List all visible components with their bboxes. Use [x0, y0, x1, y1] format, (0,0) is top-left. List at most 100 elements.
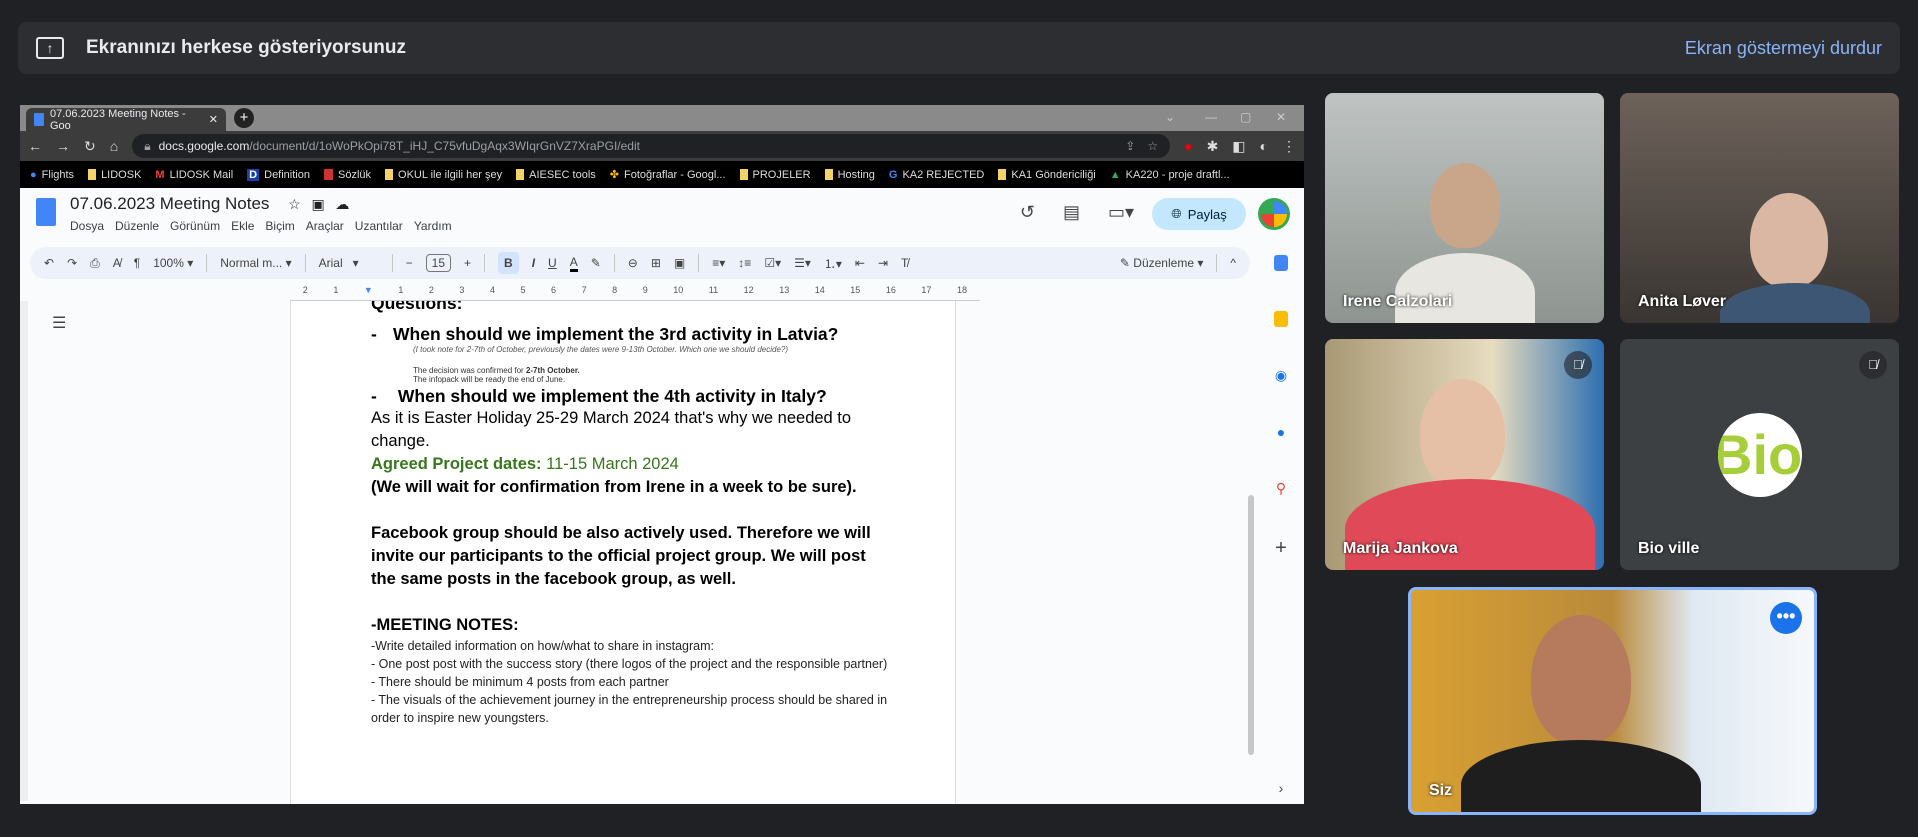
tasks-icon[interactable]: ◉ — [1275, 367, 1287, 384]
side-panel-icon[interactable]: ◧ — [1232, 138, 1245, 155]
browser-tab[interactable]: 07.06.2023 Meeting Notes - Goo ✕ — [26, 108, 226, 132]
undo-icon[interactable]: ↶ — [44, 256, 54, 270]
increase-indent-icon[interactable]: ⇥ — [878, 256, 888, 270]
bullet-list-icon[interactable]: ☰▾ — [794, 256, 811, 270]
version-history-icon[interactable]: ↺ — [1020, 202, 1035, 223]
decrease-font-icon[interactable]: − — [406, 256, 413, 270]
account-avatar[interactable] — [1258, 198, 1290, 230]
star-icon[interactable]: ☆ — [288, 196, 301, 212]
close-tab-icon[interactable]: ✕ — [209, 113, 218, 126]
decrease-indent-icon[interactable]: ⇤ — [855, 256, 865, 270]
document-scrollbar[interactable] — [1248, 495, 1254, 755]
link-icon[interactable]: ⊖ — [628, 256, 638, 270]
forward-icon[interactable]: → — [56, 138, 70, 154]
ruler[interactable]: 2 1 ▼ 1 2 3 4 5 6 7 8 9 10 11 12 13 14 15 16 17 18 — [290, 285, 980, 301]
increase-font-icon[interactable]: + — [464, 256, 471, 270]
question-italy: - When should we implement the 4th activ… — [371, 386, 827, 406]
comments-icon[interactable]: ▤ — [1063, 202, 1080, 223]
more-options-button[interactable]: ••• — [1770, 602, 1802, 634]
highlight-icon[interactable]: ✎ — [591, 256, 601, 270]
bookmark[interactable]: ● Flights — [30, 169, 74, 181]
bookmark[interactable]: PROJELER — [739, 169, 811, 181]
redo-icon[interactable]: ↷ — [67, 256, 77, 270]
bookmark[interactable]: Sözlük — [323, 169, 371, 181]
paint-format-icon[interactable]: ¶ — [134, 256, 140, 270]
font-size-input[interactable]: 15 — [425, 254, 452, 272]
bookmark[interactable]: Hosting — [824, 169, 875, 181]
bookmark[interactable]: LIDOSK — [88, 169, 141, 181]
bookmark[interactable]: M LIDOSK Mail — [155, 169, 233, 181]
close-window-icon[interactable]: ✕ — [1276, 110, 1286, 124]
maximize-icon[interactable]: ▢ — [1240, 110, 1251, 124]
contacts-icon[interactable]: ● — [1277, 424, 1285, 440]
checklist-icon[interactable]: ☑▾ — [764, 256, 781, 270]
font-select[interactable]: Arial ▾ — [319, 256, 379, 270]
style-select[interactable]: Normal m... ▾ — [220, 256, 291, 270]
move-folder-icon[interactable]: ▣ — [311, 196, 324, 212]
participant-tile-marija[interactable]: 🎙̸ Marija Jankova — [1325, 339, 1604, 570]
image-icon[interactable]: ▣ — [674, 256, 685, 270]
new-tab-button[interactable]: + — [234, 108, 254, 128]
docs-logo-icon[interactable] — [36, 198, 56, 226]
bookmark[interactable]: AIESEC tools — [516, 169, 596, 181]
menu-file[interactable]: Dosya — [70, 219, 104, 233]
text-color-icon[interactable]: A — [569, 255, 578, 272]
stop-presenting-button[interactable]: Ekran göstermeyi durdur — [1685, 38, 1882, 59]
calendar-icon[interactable] — [1274, 255, 1288, 271]
minimize-icon[interactable]: — — [1205, 110, 1217, 124]
lock-icon: 🔒︎ — [144, 138, 151, 153]
share-button[interactable]: 🌐︎ Paylaş — [1152, 198, 1246, 230]
back-icon[interactable]: ← — [28, 138, 42, 154]
bold-icon[interactable]: B — [498, 252, 519, 274]
align-icon[interactable]: ≡▾ — [712, 256, 725, 270]
url-input[interactable]: 🔒︎ docs.google.com/document/d/1oWoPkOpi78… — [132, 134, 1171, 158]
participant-tile-irene[interactable]: Irene Calzolari — [1325, 93, 1604, 323]
keep-icon[interactable] — [1274, 311, 1288, 327]
bookmark[interactable]: G KA2 REJECTED — [889, 169, 984, 181]
line-spacing-icon[interactable]: ↕≡ — [738, 256, 751, 270]
add-addon-icon[interactable]: + — [1275, 537, 1287, 560]
collapse-toolbar-icon[interactable]: ^ — [1230, 256, 1236, 270]
participant-tile-bio-ville[interactable]: Bio 🎙̸ Bio ville — [1620, 339, 1899, 570]
maps-icon[interactable]: ⚲ — [1276, 480, 1286, 497]
document-page[interactable]: Questions: - When should we implement the… — [290, 301, 956, 804]
meet-icon[interactable]: ▭▾ — [1108, 202, 1134, 223]
bookmark[interactable]: ▲ KA220 - proje draftl... — [1110, 169, 1230, 181]
bookmark[interactable]: ✤ Fotoğraflar - Googl... — [610, 168, 726, 182]
bookmark-star-icon[interactable]: ☆ — [1147, 139, 1158, 153]
underline-icon[interactable]: U — [548, 256, 557, 270]
profile-avatar[interactable]: ◐ — [1260, 138, 1268, 154]
menu-edit[interactable]: Düzenle — [115, 219, 159, 233]
browser-menu-icon[interactable]: ⋮ — [1282, 138, 1296, 155]
zoom-select[interactable]: 100% ▾ — [153, 256, 193, 270]
menu-view[interactable]: Görünüm — [170, 219, 220, 233]
print-icon[interactable]: ⎙ — [90, 256, 100, 271]
comment-icon[interactable]: ⊞ — [651, 256, 661, 270]
share-page-icon[interactable]: ⇪ — [1125, 139, 1135, 153]
menu-tools[interactable]: Araçlar — [306, 219, 344, 233]
bookmark[interactable]: D Definition — [247, 168, 310, 181]
editing-mode-select[interactable]: ✎ Düzenleme ▾ — [1120, 256, 1203, 270]
clear-format-icon[interactable]: T̸ — [901, 256, 908, 270]
italic-icon[interactable]: I — [532, 256, 535, 270]
document-outline-icon[interactable]: ☰ — [52, 313, 66, 333]
tab-search-icon[interactable]: ⌄ — [1165, 110, 1175, 124]
expand-panel-icon[interactable]: › — [1279, 780, 1284, 796]
bookmark[interactable]: OKUL ile ilgili her şey — [385, 169, 502, 181]
menu-extensions[interactable]: Uzantılar — [355, 219, 403, 233]
numbered-list-icon[interactable]: ⒈▾ — [824, 255, 842, 272]
bookmark[interactable]: KA1 Göndericiliği — [998, 169, 1096, 181]
participant-tile-self[interactable]: ••• Siz — [1408, 587, 1817, 815]
decision-text: The decision was confirmed for 2-7th Oct… — [413, 366, 580, 375]
video-feed — [1531, 615, 1631, 745]
home-icon[interactable]: ⌂ — [110, 138, 118, 154]
spellcheck-icon[interactable]: A̸ — [113, 256, 121, 270]
document-title[interactable]: 07.06.2023 Meeting Notes ☆ ▣ ☁ — [70, 194, 349, 214]
extension-icon[interactable]: ● — [1184, 138, 1192, 154]
participant-tile-anita[interactable]: Anita Løver — [1620, 93, 1899, 323]
menu-help[interactable]: Yardım — [414, 219, 452, 233]
menu-format[interactable]: Biçim — [265, 219, 294, 233]
menu-insert[interactable]: Ekle — [231, 219, 254, 233]
extensions-puzzle-icon[interactable]: ✱ — [1207, 138, 1219, 155]
reload-icon[interactable]: ↻ — [84, 138, 96, 155]
